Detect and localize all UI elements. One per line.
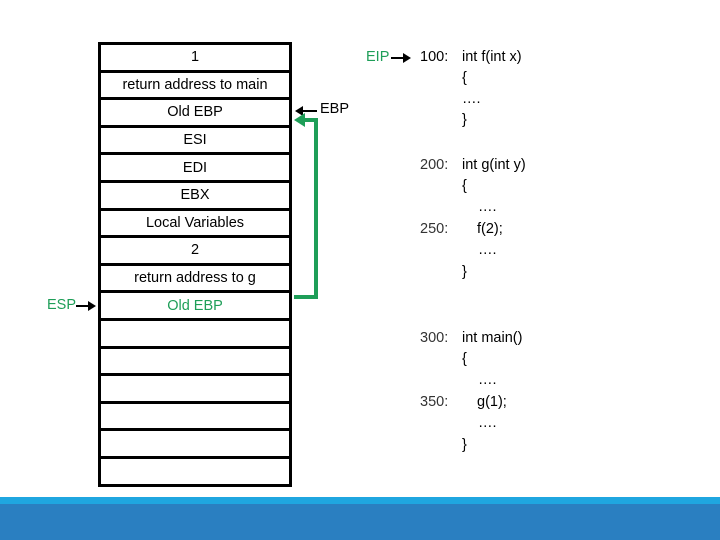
code-line: {	[462, 351, 467, 367]
code-line: g(1);	[477, 394, 507, 410]
code-line: ….	[478, 199, 497, 215]
code-line: ….	[478, 242, 497, 258]
code-addr-g-call: 250:	[420, 221, 449, 237]
code-line: int g(int y)	[462, 157, 526, 173]
code-line: ….	[478, 372, 497, 388]
footer-bar-accent	[0, 497, 720, 504]
code-line: ….	[478, 415, 497, 431]
code-line: }	[462, 264, 467, 280]
code-line: }	[462, 112, 467, 128]
footer-bar	[0, 504, 720, 540]
code-addr-f: 100:	[420, 49, 449, 65]
eip-arrow-icon	[391, 53, 411, 63]
code-line: }	[462, 437, 467, 453]
eip-label: EIP	[366, 49, 390, 65]
code-line: f(2);	[477, 221, 503, 237]
code-line: ….	[462, 91, 481, 107]
code-line: int main()	[462, 330, 523, 346]
code-addr-main-call: 350:	[420, 394, 449, 410]
code-line: {	[462, 178, 467, 194]
code-addr-g: 200:	[420, 157, 449, 173]
code-line: {	[462, 70, 467, 86]
saved-ebp-link-icon	[294, 113, 318, 299]
code-line: int f(int x)	[462, 49, 522, 65]
code-addr-main: 300:	[420, 330, 449, 346]
